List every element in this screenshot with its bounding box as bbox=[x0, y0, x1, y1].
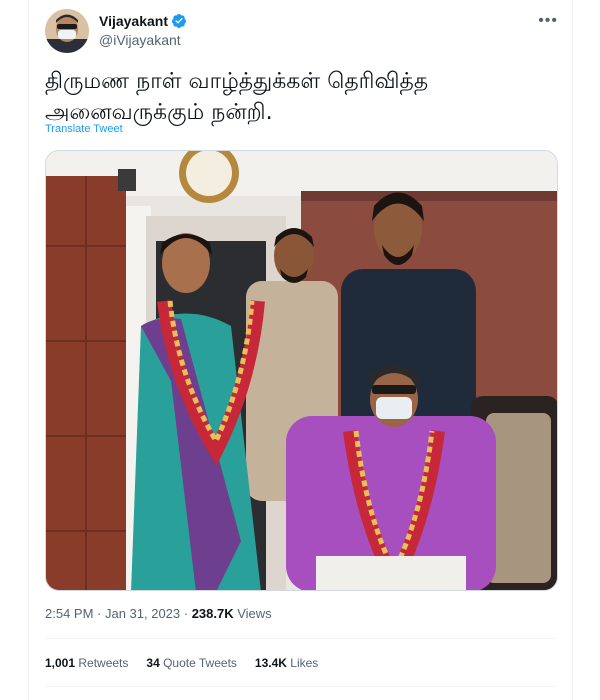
views-label: Views bbox=[233, 606, 272, 621]
verified-badge-icon bbox=[171, 13, 187, 29]
quote-tweets-count: 34 bbox=[146, 656, 160, 670]
likes-stat[interactable]: 13.4K Likes bbox=[255, 656, 318, 670]
tweet-timestamp[interactable]: 2:54 PM · Jan 31, 2023 · bbox=[45, 606, 192, 621]
retweets-label: Retweets bbox=[75, 656, 129, 670]
quote-tweets-stat[interactable]: 34 Quote Tweets bbox=[146, 656, 237, 670]
divider bbox=[45, 686, 556, 687]
tweet-photo[interactable] bbox=[45, 150, 558, 591]
views-count: 238.7K bbox=[191, 606, 234, 621]
author-avatar[interactable] bbox=[45, 9, 89, 53]
more-horizontal-icon[interactable]: ••• bbox=[538, 13, 558, 29]
author-names: Vijayakant @iVijayakant bbox=[99, 13, 187, 48]
photo-family-portrait bbox=[46, 151, 557, 590]
translate-tweet-link[interactable]: Translate Tweet bbox=[45, 123, 123, 135]
retweets-count: 1,001 bbox=[45, 656, 76, 670]
likes-count: 13.4K bbox=[254, 656, 287, 670]
quote-tweets-label: Quote Tweets bbox=[159, 656, 237, 670]
author-display-name[interactable]: Vijayakant bbox=[99, 13, 168, 29]
likes-label: Likes bbox=[286, 656, 319, 670]
tweet-card: Vijayakant @iVijayakant ••• திருமண நாள் … bbox=[28, 0, 573, 700]
tweet-meta: 2:54 PM · Jan 31, 2023 · 238.7K Views bbox=[45, 606, 272, 621]
tweet-stats: 1,001 Retweets 34 Quote Tweets 13.4K Lik… bbox=[45, 656, 318, 670]
tweet-header: Vijayakant @iVijayakant ••• bbox=[45, 9, 558, 57]
divider bbox=[45, 638, 556, 639]
avatar-image bbox=[45, 9, 89, 53]
retweets-stat[interactable]: 1,001 Retweets bbox=[45, 656, 128, 670]
author-handle[interactable]: @iVijayakant bbox=[99, 32, 187, 48]
tweet-text: திருமண நாள் வாழ்த்துக்கள் தெரிவித்த அனைவ… bbox=[45, 69, 429, 125]
